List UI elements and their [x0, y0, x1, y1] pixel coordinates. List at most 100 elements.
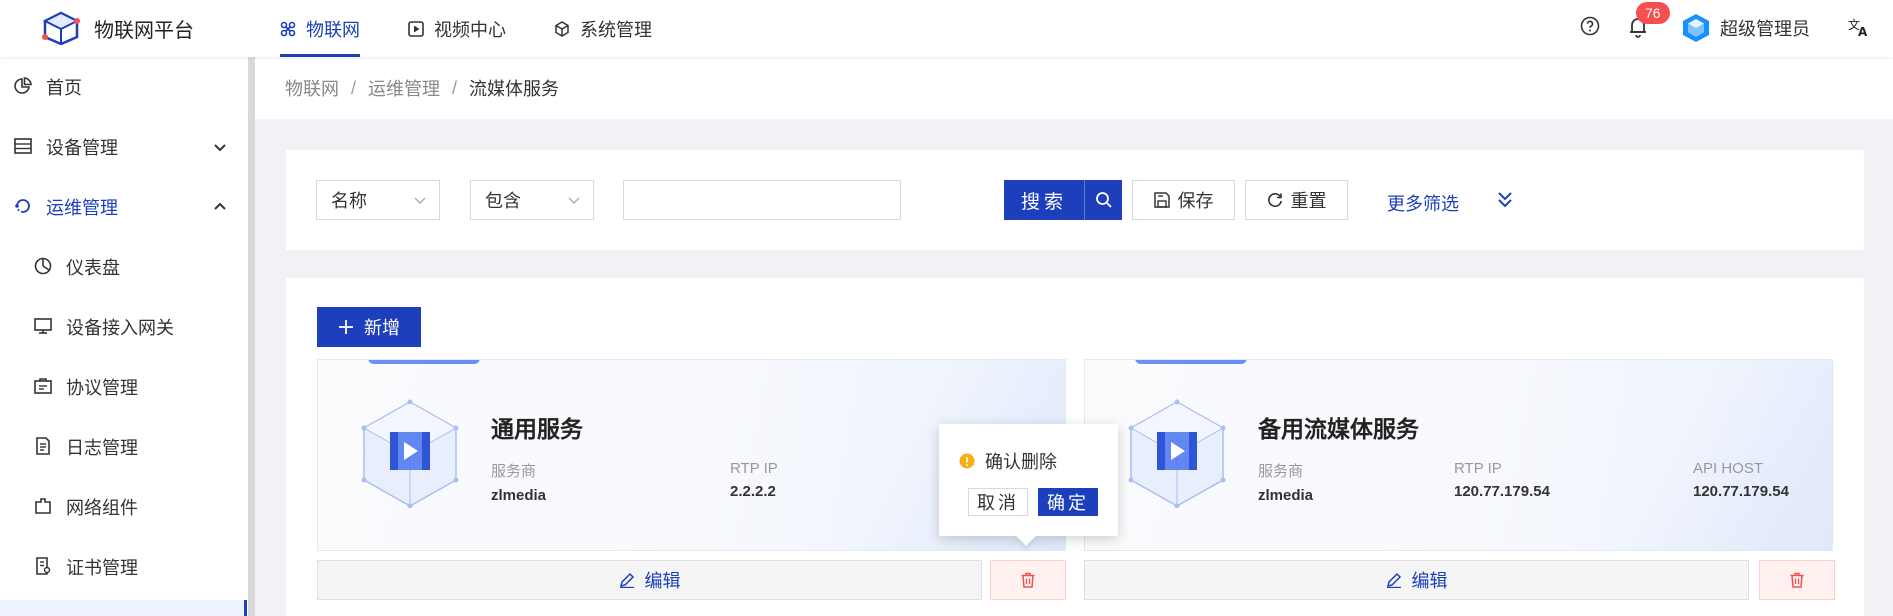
breadcrumb-item[interactable]: 运维管理: [368, 75, 440, 101]
sidebar-selected-marker: [244, 600, 247, 616]
sidebar-scrollbar[interactable]: [248, 57, 255, 616]
card-tab-marker: [368, 360, 480, 364]
topnav-label: 系统管理: [580, 19, 652, 40]
search-icon-wrap: [1084, 180, 1122, 220]
double-chevron-down-icon[interactable]: [1496, 190, 1514, 210]
breadcrumb-separator: /: [452, 77, 458, 98]
sidebar-item-protocol[interactable]: 协议管理: [0, 367, 248, 407]
service-field: RTP IP 2.2.2.2: [730, 460, 778, 500]
confirm-message: 确认删除: [959, 448, 1057, 474]
field-value: zlmedia: [491, 487, 547, 504]
add-button[interactable]: 新增: [317, 307, 421, 347]
search-icon: [1095, 192, 1112, 208]
service-card[interactable]: 备用流媒体服务 服务商 zlmedia RTP IP 120.77.179.54…: [1084, 359, 1833, 551]
help-icon[interactable]: [1580, 16, 1600, 36]
cancel-button[interactable]: 取消: [968, 488, 1028, 516]
delete-button[interactable]: [1759, 560, 1835, 600]
chevron-up-icon: [214, 202, 226, 210]
edit-button[interactable]: 编辑: [317, 560, 982, 600]
sidebar-item-label: 设备接入网关: [66, 318, 174, 338]
operator-select-value: 包含: [485, 191, 521, 211]
trash-icon: [1021, 572, 1035, 588]
field-value: 2.2.2.2: [730, 483, 776, 500]
field-value: 120.77.179.54: [1693, 483, 1789, 500]
service-field: 服务商 zlmedia: [491, 460, 546, 504]
user-menu[interactable]: 超级管理员: [1682, 13, 1810, 43]
logo-icon: [42, 11, 80, 45]
confirm-message-text: 确认删除: [985, 452, 1057, 472]
network-icon: [35, 498, 51, 514]
reload-icon: [1267, 193, 1282, 207]
field-select-value: 名称: [331, 191, 367, 211]
save-icon: [1153, 192, 1170, 208]
breadcrumb: 物联网 / 运维管理 / 流媒体服务: [255, 57, 1893, 119]
field-value: zlmedia: [1258, 487, 1314, 504]
sidebar-item-certificates[interactable]: 证书管理: [0, 547, 248, 587]
sidebar-item-network[interactable]: 网络组件: [0, 487, 248, 527]
more-filters-link[interactable]: 更多筛选: [1387, 190, 1459, 216]
card-tab-marker: [1135, 360, 1247, 364]
top-nav: 物联网 视频中心 系统管理: [280, 0, 700, 57]
monitor-icon: [34, 318, 52, 334]
notification-badge: 76: [1636, 2, 1670, 24]
search-button-label: 搜索: [1020, 191, 1067, 213]
search-input[interactable]: [623, 180, 901, 220]
trash-icon: [1790, 572, 1804, 588]
chevron-down-icon: [414, 197, 426, 204]
chevron-down-icon: [214, 144, 226, 152]
edit-button-label: 编辑: [644, 571, 681, 591]
sidebar-item-label: 网络组件: [66, 498, 138, 518]
logo[interactable]: 物联网平台: [42, 11, 194, 45]
user-name: 超级管理员: [1720, 19, 1810, 39]
sidebar-item-logs[interactable]: 日志管理: [0, 427, 248, 467]
sidebar-item-operations[interactable]: 运维管理: [0, 187, 248, 227]
certificate-icon: [36, 557, 51, 575]
sidebar-item-gateway[interactable]: 设备接入网关: [0, 307, 248, 347]
sidebar-item-label: 日志管理: [66, 438, 138, 458]
translate-icon[interactable]: 文 A: [1848, 17, 1870, 37]
delete-confirm-popover: 确认删除 取消 确定: [939, 424, 1118, 546]
filter-panel: 名称 包含 搜索 保存 重置 更多筛选: [286, 150, 1864, 250]
svg-text:A: A: [1858, 25, 1868, 37]
field-select[interactable]: 名称: [316, 180, 440, 220]
avatar: [1683, 14, 1709, 42]
field-key: 服务商: [1258, 463, 1304, 480]
topnav-label: 物联网: [306, 19, 360, 40]
reset-button[interactable]: 重置: [1245, 180, 1348, 220]
topnav-item-video[interactable]: 视频中心: [408, 0, 506, 57]
chevron-down-icon: [568, 197, 580, 204]
reset-button-label: 重置: [1290, 191, 1327, 211]
sidebar-item-label: 设备管理: [46, 138, 118, 158]
sidebar: 首页 设备管理 运维管理 仪表盘 设备接入网关 协议管理 日志管理 网络组件 证…: [0, 57, 248, 616]
field-key: API HOST: [1693, 460, 1764, 477]
media-cube-icon: [361, 399, 459, 508]
edit-icon: [1386, 572, 1401, 588]
log-icon: [36, 437, 50, 455]
iot-icon: [280, 21, 296, 36]
delete-button[interactable]: [990, 560, 1066, 600]
sidebar-item-device-management[interactable]: 设备管理: [0, 127, 248, 167]
cube-icon: [555, 20, 569, 37]
sidebar-item-home[interactable]: 首页: [0, 67, 248, 107]
sidebar-item-label: 运维管理: [46, 198, 118, 218]
sidebar-selected-highlight: [0, 600, 244, 616]
edit-button[interactable]: 编辑: [1084, 560, 1749, 600]
breadcrumb-item[interactable]: 物联网: [285, 75, 339, 101]
topnav-item-system[interactable]: 系统管理: [554, 0, 652, 57]
service-title: 备用流媒体服务: [1258, 416, 1419, 442]
save-button[interactable]: 保存: [1132, 180, 1235, 220]
top-header: 物联网平台 物联网 视频中心 系统管理 76 超级管理员 文 A: [0, 0, 1893, 57]
breadcrumb-separator: /: [351, 77, 357, 98]
confirm-button[interactable]: 确定: [1038, 488, 1098, 516]
warning-icon: [959, 453, 975, 469]
edit-icon: [619, 572, 634, 588]
topnav-label: 视频中心: [434, 19, 506, 40]
topnav-item-iot[interactable]: 物联网: [280, 0, 360, 57]
sidebar-item-dashboard[interactable]: 仪表盘: [0, 247, 248, 287]
operator-select[interactable]: 包含: [470, 180, 594, 220]
search-button[interactable]: 搜索: [1004, 180, 1122, 220]
service-field: RTP IP 120.77.179.54: [1454, 460, 1550, 500]
field-value: 120.77.179.54: [1454, 483, 1550, 500]
edit-button-label: 编辑: [1411, 571, 1448, 591]
field-key: RTP IP: [1454, 460, 1502, 477]
